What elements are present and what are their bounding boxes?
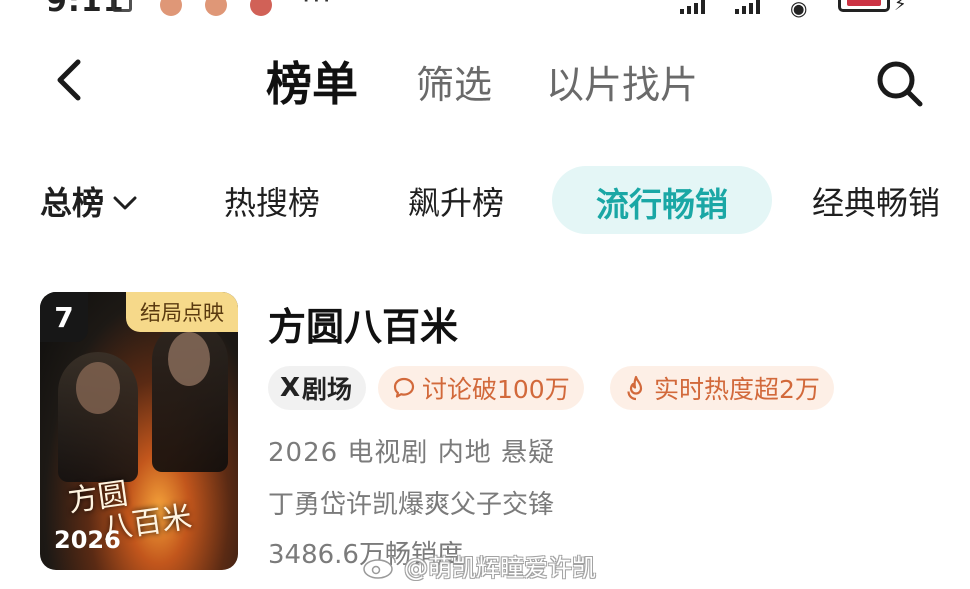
category-hot-search[interactable]: 热搜榜 bbox=[224, 178, 320, 224]
show-info: 2026 电视剧 内地 悬疑 bbox=[268, 438, 555, 468]
flame-icon bbox=[627, 375, 643, 401]
wifi-icon: ◉ bbox=[790, 0, 808, 20]
chat-bubble-icon bbox=[393, 377, 415, 398]
poster-image[interactable]: 7 结局点映 方圆 八百米 2026 bbox=[40, 292, 238, 570]
app-notification-icon bbox=[205, 0, 227, 16]
category-popular-label: 流行畅销 bbox=[596, 185, 728, 224]
category-classic-bestseller[interactable]: 经典畅销 bbox=[812, 178, 940, 224]
category-rising[interactable]: 飙升榜 bbox=[408, 178, 504, 224]
tab-filter[interactable]: 筛选 bbox=[416, 54, 492, 109]
discussion-tag: 讨论破100万 bbox=[378, 366, 584, 410]
discussion-tag-label: 讨论破100万 bbox=[422, 375, 570, 404]
platform-logo-icon: X bbox=[280, 373, 301, 403]
top-nav-bar: 榜单 筛选 以片找片 bbox=[0, 40, 970, 124]
search-button[interactable] bbox=[874, 58, 926, 110]
app-notification-icon bbox=[160, 0, 182, 16]
poster-face bbox=[76, 362, 120, 414]
chevron-down-icon bbox=[113, 196, 137, 210]
watermark-text: @萌凯辉瞳爱许凯 bbox=[404, 554, 596, 582]
show-title[interactable]: 方圆八百米 bbox=[268, 296, 458, 351]
status-badge: 结局点映 bbox=[126, 292, 238, 332]
heat-tag-label: 实时热度超2万 bbox=[654, 375, 820, 404]
status-bar: 9:11 ··· ◉ ⚡ bbox=[0, 0, 970, 20]
battery-icon bbox=[838, 0, 890, 12]
weibo-icon bbox=[363, 555, 396, 579]
category-popular-bestseller[interactable]: 流行畅销 bbox=[552, 166, 772, 234]
show-description: 丁勇岱许凯爆爽父子交锋 bbox=[268, 490, 555, 520]
more-dots-icon: ··· bbox=[302, 0, 333, 16]
category-total-dropdown[interactable]: 总榜 bbox=[40, 178, 138, 224]
platform-tag: X 剧场 bbox=[268, 366, 367, 410]
bell-icon bbox=[112, 0, 132, 12]
tab-find-similar[interactable]: 以片找片 bbox=[546, 54, 698, 109]
app-notification-icon bbox=[250, 0, 272, 16]
signal-icon bbox=[680, 0, 705, 14]
category-tabs: 总榜 热搜榜 飙升榜 流行畅销 经典畅销 bbox=[0, 164, 970, 236]
chevron-left-icon bbox=[57, 59, 81, 101]
heat-tag: 实时热度超2万 bbox=[610, 366, 834, 410]
poster-year: 2026 bbox=[54, 526, 121, 554]
search-icon bbox=[877, 61, 923, 107]
rank-badge: 7 bbox=[40, 292, 88, 342]
signal-icon bbox=[735, 0, 760, 14]
category-total-label: 总榜 bbox=[40, 184, 105, 222]
back-button[interactable] bbox=[50, 58, 90, 102]
charging-icon: ⚡ bbox=[894, 0, 907, 15]
poster-face bbox=[168, 332, 210, 386]
tab-ranking[interactable]: 榜单 bbox=[266, 48, 358, 114]
platform-tag-label: 剧场 bbox=[302, 375, 353, 404]
